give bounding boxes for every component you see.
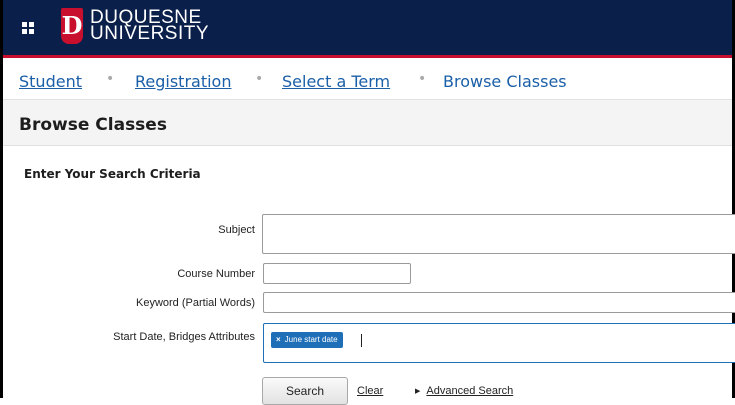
attributes-label: Start Date, Bridges Attributes <box>113 331 255 343</box>
keyword-input[interactable] <box>264 293 735 312</box>
logo-line-2: UNIVERSITY <box>90 23 210 44</box>
breadcrumb-student[interactable]: Student <box>19 72 82 91</box>
grid-menu-icon[interactable] <box>22 22 34 34</box>
course-number-input[interactable] <box>264 264 410 283</box>
text-cursor <box>361 334 362 347</box>
keyword-field[interactable] <box>263 292 735 313</box>
university-logo-icon[interactable]: D <box>61 8 83 44</box>
page-title-bar: Browse Classes <box>3 100 732 146</box>
chip-remove-icon[interactable]: × <box>276 335 281 344</box>
advanced-search-link[interactable]: ▶ Advanced Search <box>415 385 513 397</box>
university-logo-text[interactable]: DUQUESNE UNIVERSITY <box>90 8 210 44</box>
search-criteria-heading: Enter Your Search Criteria <box>24 167 201 181</box>
subject-input[interactable] <box>263 215 735 253</box>
breadcrumb-select-term[interactable]: Select a Term <box>282 72 390 91</box>
breadcrumb-separator: • <box>106 71 115 87</box>
keyword-label: Keyword (Partial Words) <box>136 297 255 309</box>
breadcrumb-registration[interactable]: Registration <box>135 72 231 91</box>
chip-label: June start date <box>284 335 338 344</box>
app-header: D DUQUESNE UNIVERSITY <box>3 0 732 58</box>
advanced-search-label: Advanced Search <box>426 385 514 397</box>
subject-label: Subject <box>218 224 255 236</box>
breadcrumb-browse-classes: Browse Classes <box>443 72 567 91</box>
attribute-chip: × June start date <box>271 332 343 348</box>
search-button[interactable]: Search <box>262 377 348 405</box>
attributes-field[interactable]: × June start date <box>263 323 735 363</box>
course-number-field[interactable] <box>263 263 411 284</box>
course-number-label: Course Number <box>177 268 255 280</box>
breadcrumb-separator: • <box>418 71 427 87</box>
triangle-right-icon: ▶ <box>415 388 421 395</box>
page-title: Browse Classes <box>19 115 167 135</box>
subject-field[interactable] <box>262 214 735 254</box>
breadcrumb-separator: • <box>255 71 264 87</box>
clear-link[interactable]: Clear <box>357 385 383 397</box>
breadcrumb: Student • Registration • Select a Term •… <box>3 60 732 100</box>
